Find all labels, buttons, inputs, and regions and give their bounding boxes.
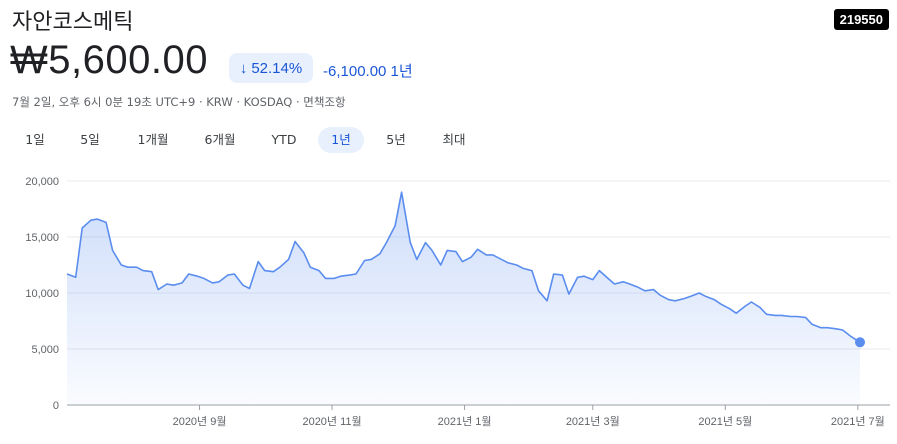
price-area bbox=[67, 192, 860, 405]
y-tick-label: 20,000 bbox=[25, 176, 59, 188]
stock-title: 자안코스메틱 bbox=[12, 10, 134, 35]
y-tick-label: 10,000 bbox=[25, 288, 59, 300]
current-price: ₩5,600.00 bbox=[10, 38, 208, 82]
range-tab-ytd[interactable]: YTD bbox=[264, 127, 304, 153]
last-price-point bbox=[855, 337, 865, 348]
x-tick-label: 2020년 9월 bbox=[173, 415, 227, 428]
x-tick-label: 2021년 5월 bbox=[698, 415, 752, 428]
x-tick-label: 2020년 11월 bbox=[302, 415, 361, 428]
range-selector: 1일 5일 1개월 6개월 YTD 1년 5년 최대 bbox=[0, 127, 520, 153]
range-tab-max[interactable]: 최대 bbox=[435, 127, 473, 153]
range-tab-1y[interactable]: 1년 bbox=[318, 127, 364, 153]
change-percent: 52.14% bbox=[251, 59, 303, 77]
range-tab-5y[interactable]: 5년 bbox=[379, 127, 413, 153]
range-tab-1d[interactable]: 1일 bbox=[18, 127, 52, 153]
ticker-badge: 219550 bbox=[833, 9, 889, 30]
range-tab-5d[interactable]: 5일 bbox=[73, 127, 107, 153]
y-tick-label: 5,000 bbox=[31, 344, 59, 356]
y-tick-label: 15,000 bbox=[25, 232, 59, 244]
x-tick-label: 2021년 1월 bbox=[438, 415, 492, 428]
arrow-down-icon: ↓ bbox=[239, 59, 248, 77]
x-tick-label: 2021년 7월 bbox=[831, 415, 885, 428]
change-absolute: -6,100.00 1년 bbox=[323, 63, 413, 80]
change-percent-badge: ↓ 52.14% bbox=[229, 53, 313, 83]
quote-meta: 7월 2일, 오후 6시 0분 19초 UTC+9 · KRW · KOSDAQ… bbox=[12, 95, 346, 109]
x-tick-label: 2021년 3월 bbox=[566, 415, 620, 428]
y-tick-label: 0 bbox=[53, 400, 59, 412]
range-tab-1m[interactable]: 1개월 bbox=[131, 127, 175, 153]
price-chart[interactable]: 0 5,000 10,000 15,000 20,000 2020년 9월 2020년 1… bbox=[0, 160, 897, 444]
range-tab-6m[interactable]: 6개월 bbox=[198, 127, 242, 153]
